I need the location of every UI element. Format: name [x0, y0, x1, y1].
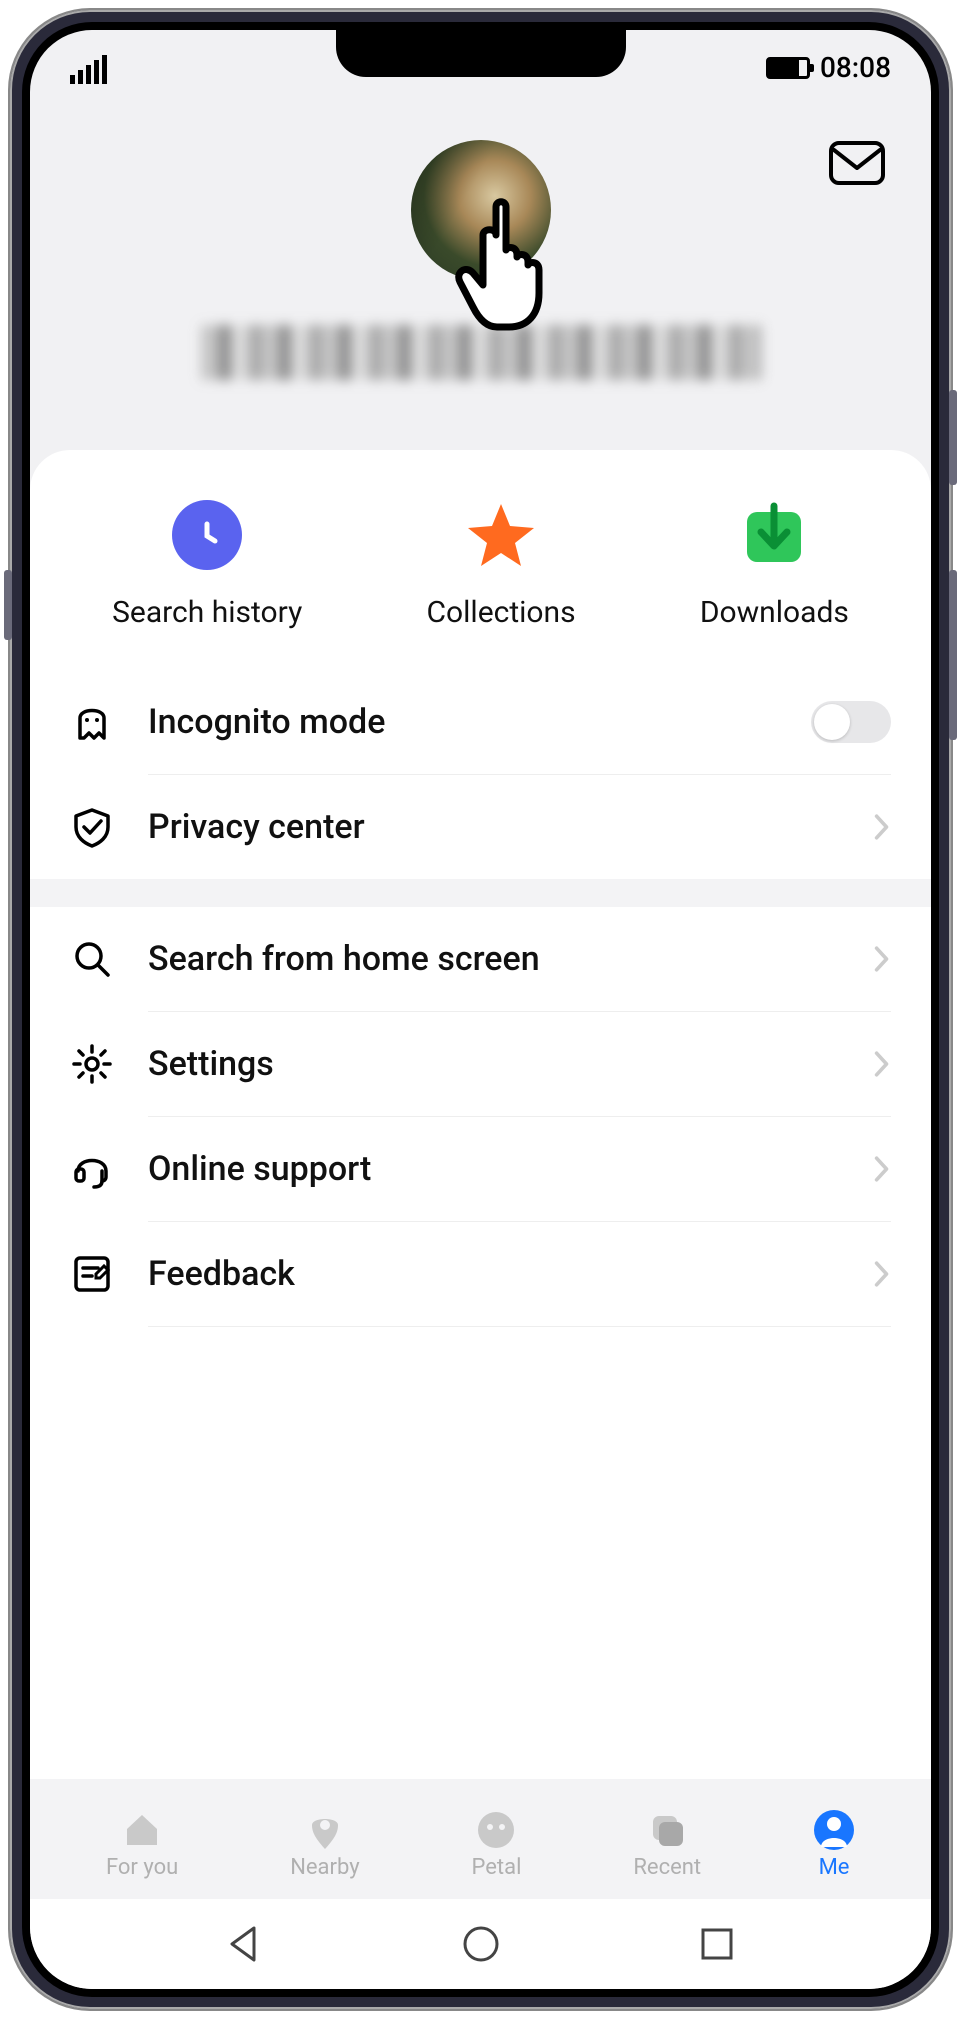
row-settings[interactable]: Settings — [30, 1012, 931, 1116]
row-search-home-screen[interactable]: Search from home screen — [30, 907, 931, 1011]
chevron-right-icon — [873, 1154, 891, 1184]
tab-label: Nearby — [290, 1855, 359, 1880]
quick-tiles: Search history Collections — [30, 450, 931, 670]
stack-icon — [646, 1809, 688, 1851]
shield-icon — [70, 805, 114, 849]
row-label: Incognito mode — [148, 702, 777, 742]
headset-icon — [70, 1147, 114, 1191]
nav-back-button[interactable] — [222, 1922, 266, 1966]
side-button — [4, 570, 12, 640]
tab-petal[interactable]: Petal — [472, 1809, 522, 1880]
row-label: Privacy center — [148, 807, 839, 847]
pointer-hand-icon — [451, 195, 561, 335]
tab-me[interactable]: Me — [813, 1809, 855, 1880]
tile-downloads[interactable]: Downloads — [700, 500, 849, 630]
status-time: 08:08 — [820, 51, 891, 84]
signal-icon — [70, 55, 107, 84]
row-label: Online support — [148, 1149, 839, 1189]
tab-for-you[interactable]: For you — [106, 1809, 178, 1880]
gear-icon — [70, 1042, 114, 1086]
person-icon — [813, 1809, 855, 1851]
bottom-tab-bar: For you Nearby Petal — [30, 1779, 931, 1899]
settings-list: Incognito mode Privacy center — [30, 670, 931, 1327]
chevron-right-icon — [873, 1049, 891, 1079]
nav-recent-button[interactable] — [695, 1922, 739, 1966]
row-incognito-mode[interactable]: Incognito mode — [30, 670, 931, 774]
row-feedback[interactable]: Feedback — [30, 1222, 931, 1326]
phone-frame: 08:08 — [10, 10, 951, 2009]
chevron-right-icon — [873, 1259, 891, 1289]
tab-label: Me — [819, 1855, 850, 1880]
tile-search-history[interactable]: Search history — [112, 500, 302, 630]
messages-button[interactable] — [828, 140, 886, 186]
tab-label: Recent — [633, 1855, 701, 1880]
tab-label: Petal — [472, 1855, 522, 1880]
row-label: Settings — [148, 1044, 839, 1084]
home-icon — [121, 1809, 163, 1851]
tab-nearby[interactable]: Nearby — [290, 1809, 359, 1880]
chevron-right-icon — [873, 812, 891, 842]
row-privacy-center[interactable]: Privacy center — [30, 775, 931, 879]
clock-icon — [172, 500, 242, 570]
tile-label: Downloads — [700, 595, 849, 630]
search-icon — [70, 937, 114, 981]
system-nav-bar — [30, 1899, 931, 1989]
side-button — [949, 390, 957, 485]
side-button — [949, 570, 957, 740]
face-icon — [475, 1809, 517, 1851]
profile-header — [30, 90, 931, 450]
chevron-right-icon — [873, 944, 891, 974]
nav-home-button[interactable] — [459, 1922, 503, 1966]
row-online-support[interactable]: Online support — [30, 1117, 931, 1221]
divider — [148, 1326, 891, 1327]
star-icon — [466, 500, 536, 570]
tab-label: For you — [106, 1855, 178, 1880]
notch — [336, 22, 626, 77]
ghost-icon — [70, 700, 114, 744]
row-label: Feedback — [148, 1254, 839, 1294]
download-icon — [739, 500, 809, 570]
tile-label: Search history — [112, 595, 302, 630]
row-label: Search from home screen — [148, 939, 839, 979]
tile-label: Collections — [426, 595, 575, 630]
tile-collections[interactable]: Collections — [426, 500, 575, 630]
avatar-button[interactable] — [411, 140, 551, 280]
tab-recent[interactable]: Recent — [633, 1809, 701, 1880]
section-gap — [30, 879, 931, 907]
pin-icon — [304, 1809, 346, 1851]
incognito-toggle[interactable] — [811, 701, 891, 743]
feedback-icon — [70, 1252, 114, 1296]
battery-icon — [766, 57, 810, 79]
main-card: Search history Collections — [30, 450, 931, 1779]
